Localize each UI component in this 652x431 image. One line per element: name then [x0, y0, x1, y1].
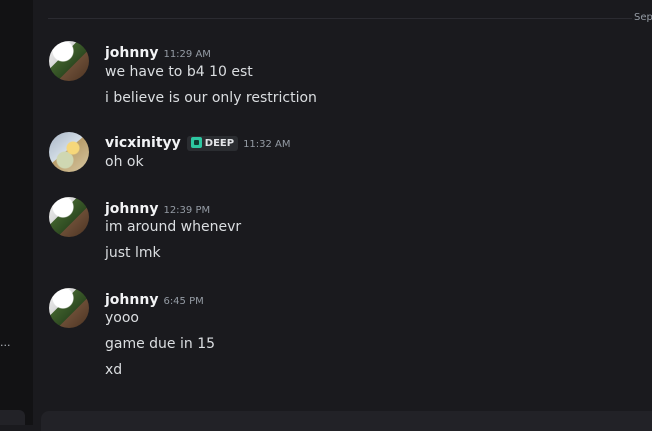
timestamp: 11:32 AM: [243, 139, 291, 150]
message-text: yooo: [105, 310, 139, 326]
message-text: im around whenevr: [105, 219, 242, 235]
message-text: oh ok: [105, 154, 144, 170]
sidebar-footer-panel: [0, 410, 25, 425]
username[interactable]: johnny: [105, 45, 158, 61]
message-header: vicxinityy DEEP 11:32 AM: [105, 132, 291, 151]
message-input[interactable]: [41, 411, 652, 431]
message-text: just lmk: [105, 245, 161, 261]
avatar[interactable]: [49, 288, 89, 328]
avatar[interactable]: [49, 197, 89, 237]
message-text: xd: [105, 362, 123, 378]
chat-area: Sep johnny 11:29 AM we have to b4 10 est …: [33, 0, 652, 431]
message-header: johnny 11:29 AM: [105, 42, 211, 61]
message-text: game due in 15: [105, 336, 216, 352]
timestamp: 11:29 AM: [163, 49, 211, 60]
message-text: i believe is our only restriction: [105, 90, 317, 106]
timestamp: 12:39 PM: [163, 205, 211, 216]
avatar[interactable]: [49, 41, 89, 81]
avatar[interactable]: [49, 132, 89, 172]
server-sidebar: ...: [0, 0, 33, 425]
message-text: we have to b4 10 est: [105, 64, 253, 80]
username[interactable]: vicxinityy: [105, 135, 181, 151]
guild-badge-icon: [190, 137, 202, 148]
message-header: johnny 6:45 PM: [105, 289, 204, 308]
username[interactable]: johnny: [105, 292, 158, 308]
date-divider: [48, 18, 646, 19]
badge-label: DEEP: [204, 138, 235, 149]
message-header: johnny 12:39 PM: [105, 198, 210, 217]
timestamp: 6:45 PM: [163, 296, 204, 307]
sidebar-ellipsis[interactable]: ...: [0, 336, 11, 349]
guild-tag-badge[interactable]: DEEP: [186, 136, 239, 151]
username[interactable]: johnny: [105, 201, 158, 217]
date-divider-label: Sep: [632, 12, 652, 23]
